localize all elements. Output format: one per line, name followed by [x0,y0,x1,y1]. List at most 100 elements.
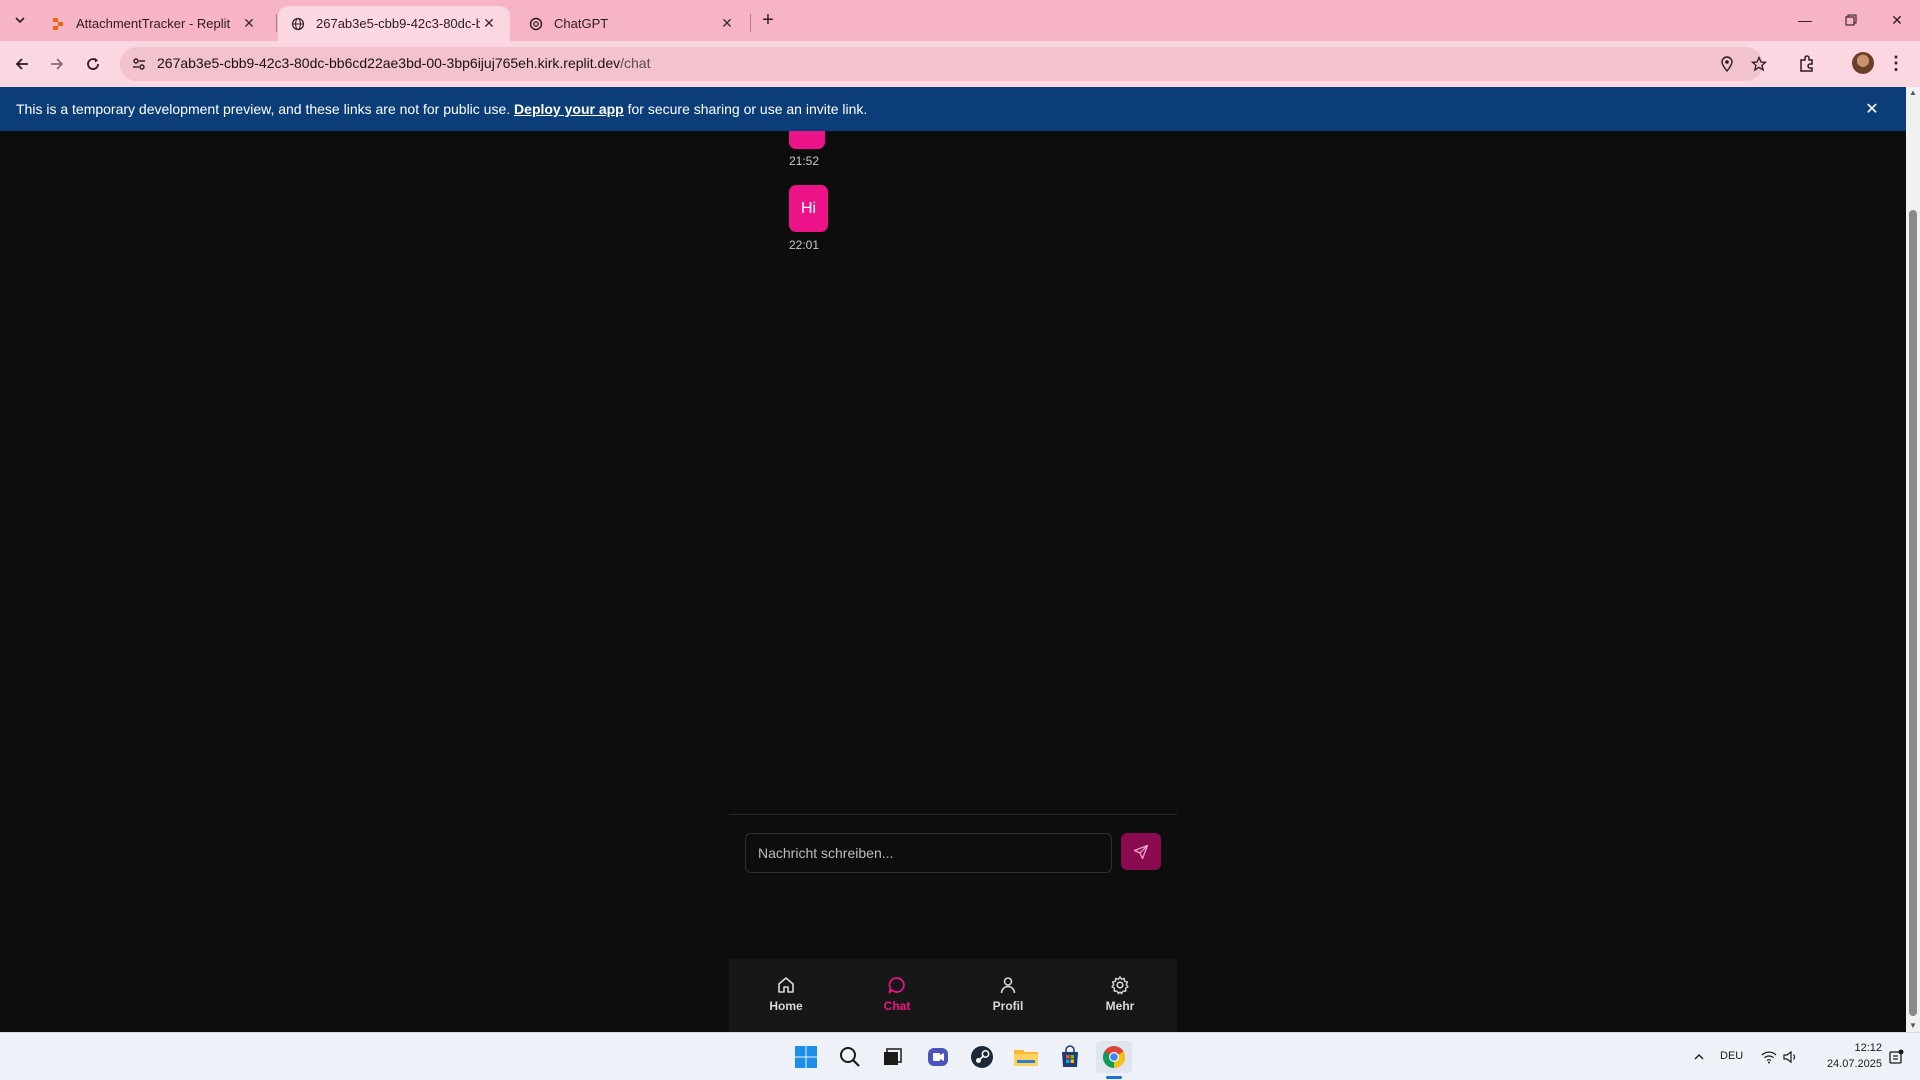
banner-text: This is a temporary development preview,… [16,101,867,117]
close-icon: ✕ [1891,11,1903,28]
volume-icon[interactable] [1782,1048,1800,1066]
taskbar-teams[interactable] [920,1041,956,1073]
restore-button[interactable] [1828,0,1874,40]
chrome-icon [1103,1046,1125,1068]
more-vertical-icon: ⋮ [1887,52,1905,73]
composer-divider [729,814,1177,815]
reload-button[interactable] [78,49,108,79]
close-icon: ✕ [1865,101,1879,118]
reload-icon [87,58,99,70]
browser-menu-button[interactable]: ⋮ [1887,52,1905,74]
restore-icon [1845,14,1857,26]
clock[interactable]: 12:12 24.07.2025 [1820,1040,1882,1072]
start-button[interactable] [788,1041,824,1073]
new-tab-button[interactable]: + [756,8,780,32]
address-bar[interactable]: 267ab3e5-cbb9-42c3-80dc-bb6cd22ae3bd-00-… [120,47,1767,81]
minimize-icon: — [1798,12,1812,28]
taskbar-microsoft-store[interactable] [1052,1041,1088,1073]
taskbar-file-explorer[interactable] [1008,1041,1044,1073]
keyboard-language[interactable]: DEU [1720,1050,1743,1062]
tab-title: AttachmentTracker - Replit [76,16,231,31]
nav-item-profil[interactable]: Profil [968,959,1048,1032]
close-icon[interactable]: ✕ [480,15,498,33]
profile-avatar[interactable] [1852,52,1874,74]
message-time: 21:52 [789,154,820,168]
url-path: /chat [620,55,651,71]
task-view-icon [884,1048,902,1065]
gear-icon [1111,976,1129,995]
taskbar-search-button[interactable] [832,1041,868,1073]
windows-icon [795,1046,817,1068]
chatgpt-icon [528,16,544,32]
url-host: 267ab3e5-cbb9-42c3-80dc-bb6cd22ae3bd-00-… [157,55,621,71]
page-viewport: This is a temporary development preview,… [0,87,1906,1032]
extensions-button[interactable] [1796,53,1818,75]
clock-date: 24.07.2025 [1826,1058,1882,1070]
user-icon [1000,977,1016,994]
tab-chatgpt[interactable]: ChatGPT ✕ [516,6,748,41]
nav-label: Chat [883,999,911,1013]
chat-icon [888,977,905,994]
banner-close-button[interactable]: ✕ [1862,99,1882,119]
clock-time: 12:12 [1854,1042,1882,1054]
close-window-button[interactable]: ✕ [1874,0,1920,40]
send-icon [1133,844,1149,859]
back-button[interactable] [7,49,37,79]
globe-icon [290,16,306,32]
close-icon[interactable]: ✕ [240,15,258,33]
plus-icon: + [762,8,774,31]
nav-label: Profil [992,999,1024,1013]
message-input[interactable] [745,833,1112,873]
tab-title: ChatGPT [554,16,609,31]
banner-text-before: This is a temporary development preview,… [16,101,515,117]
steam-icon [971,1046,993,1068]
banner-text-after: for secure sharing or use an invite link… [623,101,868,117]
page-scrollbar[interactable]: ▲ ▼ [1906,87,1920,1032]
browser-toolbar: 267ab3e5-cbb9-42c3-80dc-bb6cd22ae3bd-00-… [0,41,1920,87]
puzzle-icon [1800,55,1813,72]
folder-icon [1014,1050,1038,1066]
arrow-left-icon [15,58,28,70]
bookmark-star-icon[interactable] [1750,55,1768,73]
task-view-button[interactable] [874,1041,910,1073]
tab-search-button[interactable] [8,8,32,32]
bottom-navigation: Home Chat Profil Mehr [729,959,1177,1032]
chevron-down-icon [15,17,25,24]
search-icon [840,1047,860,1067]
wifi-icon[interactable] [1760,1048,1778,1066]
minimize-button[interactable]: — [1782,0,1828,40]
send-button[interactable] [1121,833,1161,870]
browser-tabstrip: AttachmentTracker - Replit ✕ 267ab3e5-cb… [0,0,1920,41]
video-chat-icon [928,1048,948,1066]
scrollbar-thumb[interactable] [1909,210,1917,1016]
location-icon[interactable] [1718,55,1736,73]
tab-title: 267ab3e5-cbb9-42c3-80dc-bb [316,16,480,31]
tab-preview[interactable]: 267ab3e5-cbb9-42c3-80dc-bb ✕ [278,6,510,41]
scroll-down-icon[interactable]: ▼ [1909,1022,1917,1030]
message-bubble: Hi [789,185,828,232]
arrow-right-icon [51,58,64,70]
nav-item-mehr[interactable]: Mehr [1080,959,1160,1032]
deploy-link[interactable]: Deploy your app [514,101,624,117]
scroll-up-icon[interactable]: ▲ [1909,89,1917,97]
close-icon[interactable]: ✕ [718,15,736,33]
message-time: 22:01 [789,238,820,252]
message-bubble [789,131,825,149]
replit-icon [50,16,66,32]
forward-button[interactable] [42,49,72,79]
tab-divider [276,14,277,32]
store-icon [1062,1045,1078,1067]
taskbar-chrome[interactable] [1096,1041,1132,1073]
tray-chevron-up-icon[interactable] [1690,1048,1708,1066]
tab-attachmenttracker[interactable]: AttachmentTracker - Replit ✕ [38,6,270,41]
site-info-icon[interactable] [130,55,148,73]
home-icon [778,977,794,993]
active-app-indicator [1106,1076,1122,1079]
nav-label: Mehr [1105,999,1135,1013]
nav-item-home[interactable]: Home [746,959,826,1032]
nav-item-chat[interactable]: Chat [857,959,937,1032]
notification-icon[interactable] [1887,1048,1905,1066]
taskbar-steam[interactable] [964,1041,1000,1073]
nav-label: Home [769,999,803,1013]
dev-preview-banner: This is a temporary development preview,… [0,87,1906,131]
